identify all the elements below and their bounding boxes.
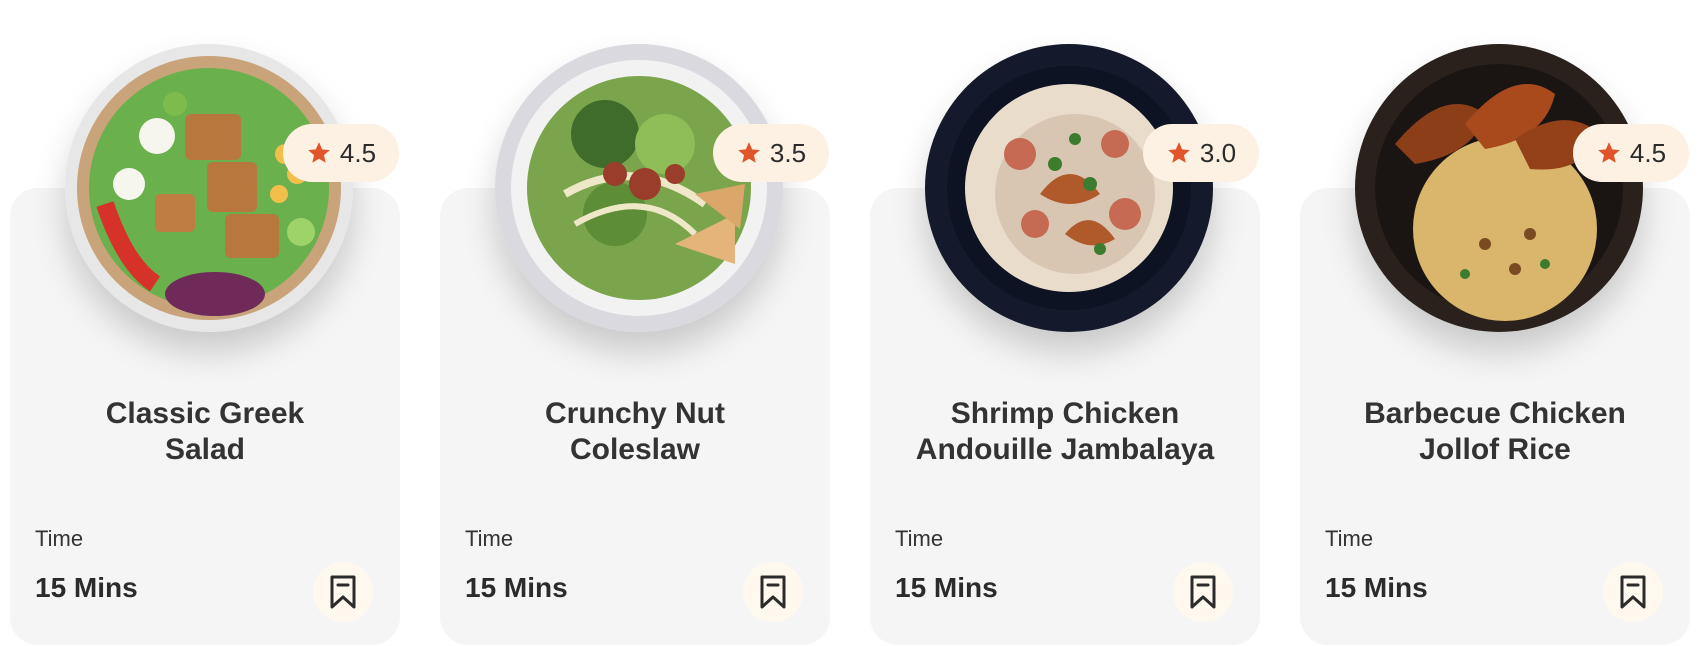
recipe-card-list: Classic Greek Salad Time 15 Mins 4.5 Cru…: [0, 0, 1704, 646]
rating-badge: 3.5: [713, 124, 829, 182]
recipe-title-line: Salad: [164, 433, 246, 466]
recipe-title-line: Shrimp Chicken: [950, 397, 1180, 430]
time-label: Time: [35, 526, 84, 551]
recipe-title-line: Crunchy Nut: [545, 397, 725, 430]
bookmark-icon: [760, 575, 786, 609]
bookmark-button[interactable]: [1173, 562, 1233, 622]
time-value: 15 Mins: [35, 572, 138, 603]
rating-value: 4.5: [339, 137, 377, 168]
recipe-title: Classic Greek Salad: [10, 396, 400, 468]
recipe-title-line: Coleslaw: [569, 433, 701, 466]
time-value: 15 Mins: [465, 572, 568, 603]
rating-value: 4.5: [1629, 137, 1667, 168]
dish-image: [925, 44, 1213, 332]
recipe-title: Barbecue Chicken Jollof Rice: [1300, 396, 1690, 468]
star-icon: [738, 142, 760, 163]
bookmark-icon: [330, 575, 356, 609]
recipe-title: Shrimp Chicken Andouille Jambalaya: [870, 396, 1260, 468]
star-icon: [1598, 142, 1620, 163]
recipe-title-line: Andouille Jambalaya: [915, 433, 1215, 466]
recipe-title: Crunchy Nut Coleslaw: [440, 396, 830, 468]
bookmark-button[interactable]: [743, 562, 803, 622]
rating-badge: 3.0: [1143, 124, 1259, 182]
time-value: 15 Mins: [895, 572, 998, 603]
dish-image: [65, 44, 353, 332]
time-label: Time: [895, 526, 944, 551]
dish-image: [1355, 44, 1643, 332]
time-label: Time: [465, 526, 514, 551]
bookmark-icon: [1190, 575, 1216, 609]
rating-value: 3.0: [1199, 137, 1237, 168]
recipe-title-line: Classic Greek: [105, 397, 305, 430]
recipe-title-line: Jollof Rice: [1419, 433, 1571, 466]
star-icon: [308, 142, 330, 163]
time-value: 15 Mins: [1325, 572, 1428, 603]
bookmark-button[interactable]: [313, 562, 373, 622]
bookmark-icon: [1620, 575, 1646, 609]
time-label: Time: [1325, 526, 1374, 551]
rating-badge: 4.5: [283, 124, 399, 182]
rating-badge: 4.5: [1573, 124, 1689, 182]
star-icon: [1168, 142, 1190, 163]
recipe-title-line: Barbecue Chicken: [1364, 397, 1626, 430]
bookmark-button[interactable]: [1603, 562, 1663, 622]
rating-value: 3.5: [769, 137, 807, 168]
dish-image: [495, 44, 783, 332]
